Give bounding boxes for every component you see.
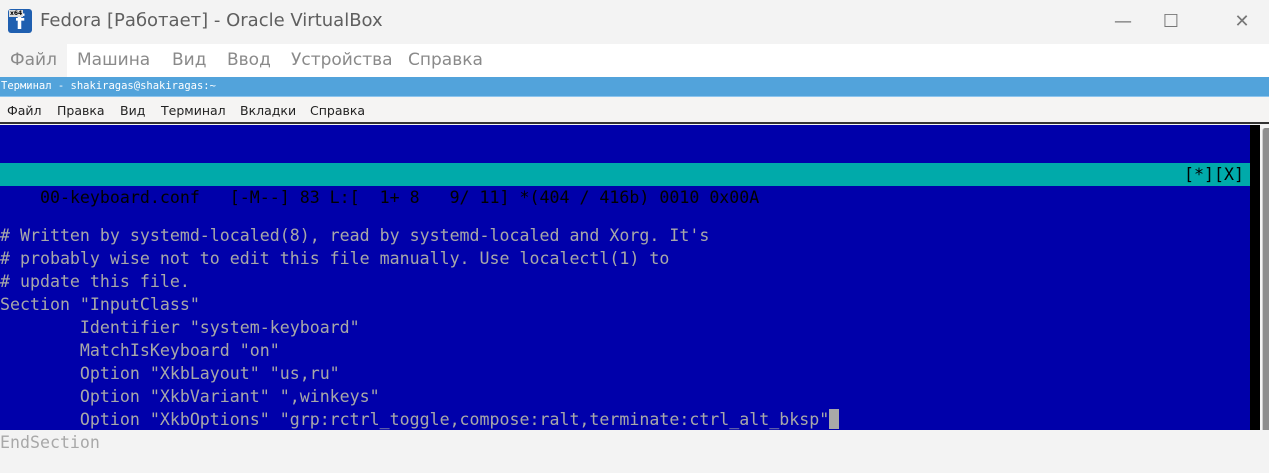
terminal-titlebar: Терминал - shakiragas@shakiragas:~	[0, 77, 1269, 97]
virtualbox-fedora-icon: x64 f	[8, 9, 32, 34]
text-cursor	[829, 409, 840, 429]
vbox-menu-help[interactable]: Справка	[408, 50, 483, 70]
terminal-menu-view[interactable]: Вид	[120, 103, 145, 118]
vbox-menu-input[interactable]: Ввод	[227, 50, 271, 70]
editor-line-text: Option "XkbVariant" ",winkeys"	[0, 387, 380, 406]
editor-status-line: 00-keyboard.conf [-M--] 83 L:[ 1+ 8 9/ 1…	[0, 163, 1250, 207]
editor-line-text: # probably wise not to edit this file ma…	[0, 249, 670, 268]
editor-line: # Written by systemd-localed(8), read by…	[0, 224, 1250, 247]
vbox-menu-machine[interactable]: Машина	[77, 50, 150, 70]
close-button[interactable]: ✕	[1219, 0, 1265, 44]
editor-line-text: # Written by systemd-localed(8), read by…	[0, 226, 710, 245]
editor-line-text: MatchIsKeyboard "on"	[0, 341, 280, 360]
maximize-button[interactable]: ☐	[1148, 0, 1194, 44]
editor-line-text: # update this file.	[0, 272, 190, 291]
editor-line: MatchIsKeyboard "on"	[0, 339, 1250, 362]
editor-line-text: Option "XkbLayout" "us,ru"	[0, 364, 340, 383]
editor-line: Section "InputClass"	[0, 293, 1250, 316]
virtualbox-menubar: Файл Машина Вид Ввод Устройства Справка	[0, 44, 1269, 77]
editor-line-text: EndSection	[0, 433, 100, 452]
status-file-info: 00-keyboard.conf [-M--] 83 L:[ 1+ 8 9/ 1…	[39, 188, 760, 207]
editor-line: EndSection	[0, 431, 1250, 454]
status-window-buttons[interactable]: [*][X]	[1184, 163, 1244, 186]
terminal-menu-tabs[interactable]: Вкладки	[240, 103, 296, 118]
editor-line-text: Option "XkbOptions" "grp:rctrl_toggle,co…	[0, 410, 830, 429]
editor-line: Option "XkbLayout" "us,ru"	[0, 362, 1250, 385]
editor-line: Option "XkbVariant" ",winkeys"	[0, 385, 1250, 408]
terminal-menu-edit[interactable]: Правка	[57, 103, 105, 118]
window-title: Fedora [Работает] - Oracle VirtualBox	[40, 10, 383, 31]
window-titlebar: x64 f Fedora [Работает] - Oracle VirtualB…	[0, 0, 1269, 44]
vbox-menu-devices[interactable]: Устройства	[291, 50, 393, 70]
editor-line: Identifier "system-keyboard"	[0, 316, 1250, 339]
terminal-menubar: Файл Правка Вид Терминал Вкладки Справка	[0, 97, 1269, 124]
editor-line-text: Section "InputClass"	[0, 295, 200, 314]
editor-line: # update this file.	[0, 270, 1250, 293]
terminal-title: Терминал - shakiragas@shakiragas:~	[1, 80, 216, 92]
editor-line-text: Identifier "system-keyboard"	[0, 318, 360, 337]
vbox-menu-view[interactable]: Вид	[172, 50, 206, 70]
editor-line: # probably wise not to edit this file ma…	[0, 247, 1250, 270]
terminal-border	[1250, 125, 1260, 430]
mcedit-editor[interactable]: 00-keyboard.conf [-M--] 83 L:[ 1+ 8 9/ 1…	[0, 125, 1250, 452]
terminal-menu-help[interactable]: Справка	[310, 103, 365, 118]
terminal-menu-terminal[interactable]: Терминал	[161, 103, 226, 118]
vbox-menu-file[interactable]: Файл	[0, 44, 67, 77]
editor-text[interactable]: # Written by systemd-localed(8), read by…	[0, 224, 1250, 454]
editor-line: Option "XkbOptions" "grp:rctrl_toggle,co…	[0, 408, 1250, 431]
terminal-scrollbar[interactable]	[1262, 128, 1269, 430]
terminal-menu-file[interactable]: Файл	[7, 103, 42, 118]
minimize-button[interactable]: —	[1100, 0, 1146, 44]
